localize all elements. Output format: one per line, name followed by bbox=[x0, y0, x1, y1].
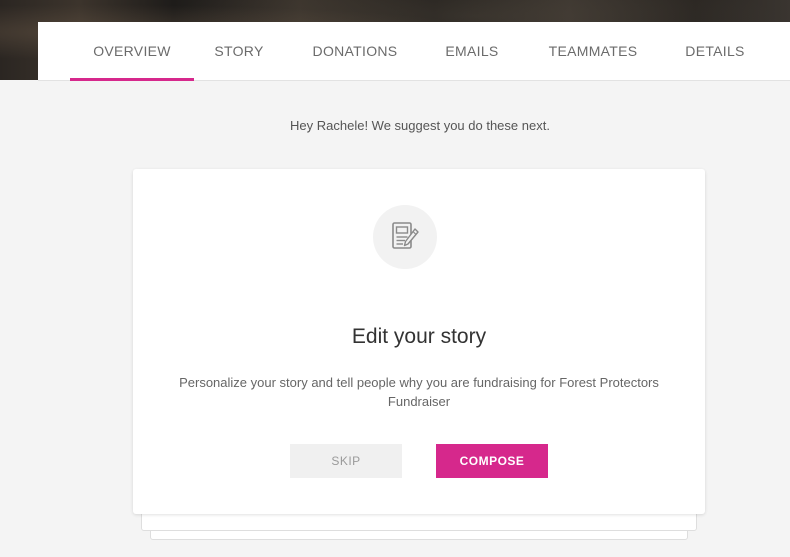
tab-teammates[interactable]: TEAMMATES bbox=[538, 22, 648, 80]
skip-button[interactable]: SKIP bbox=[290, 444, 402, 478]
icon-circle bbox=[373, 205, 437, 269]
suggestion-text: Hey Rachele! We suggest you do these nex… bbox=[290, 118, 550, 133]
tab-donations[interactable]: DONATIONS bbox=[300, 22, 410, 80]
tab-details[interactable]: DETAILS bbox=[676, 22, 754, 80]
card-description: Personalize your story and tell people w… bbox=[179, 375, 659, 409]
edit-document-icon bbox=[392, 222, 419, 249]
tab-emails[interactable]: EMAILS bbox=[436, 22, 508, 80]
compose-button[interactable]: COMPOSE bbox=[436, 444, 548, 478]
tab-overview[interactable]: OVERVIEW bbox=[70, 22, 194, 81]
tab-story[interactable]: STORY bbox=[206, 22, 272, 80]
suggestion-card: Edit your story Personalize your story a… bbox=[133, 169, 705, 514]
tab-bar: OVERVIEW STORY DONATIONS EMAILS TEAMMATE… bbox=[38, 22, 790, 81]
card-title: Edit your story bbox=[351, 325, 487, 348]
